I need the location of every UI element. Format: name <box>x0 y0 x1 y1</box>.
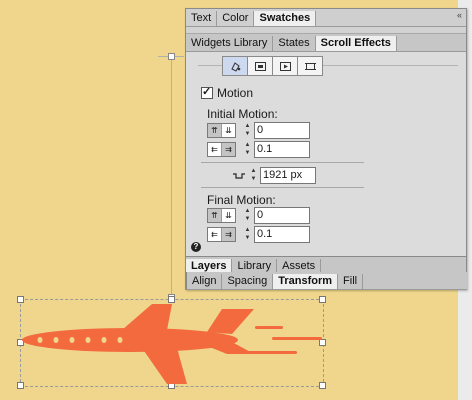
stepper-arrows-icon[interactable]: ▲ ▼ <box>243 142 252 157</box>
horizontal-direction-toggle: ⇇ ⇉ <box>207 142 236 157</box>
video-effect-icon[interactable] <box>272 56 298 76</box>
effect-type-toolbar <box>222 56 323 76</box>
key-position-row: ▲ ▼ 1921 px <box>232 167 316 184</box>
resize-handle[interactable] <box>319 296 326 303</box>
transform-panel-tabs: Align Spacing Transform Fill <box>186 272 467 290</box>
final-motion-label: Final Motion: <box>207 193 276 207</box>
key-position-icon <box>233 172 245 179</box>
tab-states[interactable]: States <box>273 36 316 51</box>
motion-label: Motion <box>217 86 254 100</box>
vertical-direction-toggle: ⇈ ⇊ <box>207 208 236 223</box>
key-position-input[interactable]: 1921 px <box>260 167 316 184</box>
panel-second-tabs: Widgets Library States Scroll Effects <box>186 34 466 52</box>
motion-option[interactable]: Motion <box>201 85 254 100</box>
tab-swatches[interactable]: Swatches <box>254 11 317 26</box>
final-vertical-row: ⇈ ⇊ ▲ ▼ 0 <box>207 207 310 224</box>
tab-color[interactable]: Color <box>217 11 255 26</box>
tab-align[interactable]: Align <box>187 274 223 289</box>
scroll-effects-panel: Text Color Swatches « Widgets Library St… <box>185 8 467 290</box>
down-arrow-icon[interactable]: ⇊ <box>222 124 235 137</box>
stepper-arrows-icon[interactable]: ▲ ▼ <box>243 208 252 223</box>
guide-vertical <box>171 56 172 300</box>
up-arrow-icon[interactable]: ⇈ <box>208 209 222 222</box>
help-icon[interactable]: ? <box>191 242 201 252</box>
divider <box>201 162 364 163</box>
initial-horizontal-speed-input[interactable]: 0.1 <box>254 141 310 158</box>
initial-horizontal-row: ⇇ ⇉ ▲ ▼ 0.1 <box>207 141 310 158</box>
resize-handle[interactable] <box>168 296 175 303</box>
right-arrow-icon[interactable]: ⇉ <box>222 228 235 241</box>
guide-handle[interactable] <box>168 53 175 60</box>
divider <box>201 187 364 188</box>
motion-checkbox[interactable] <box>201 85 213 99</box>
fill-effect-icon[interactable] <box>222 56 248 76</box>
panel-top-tabs: Text Color Swatches « <box>186 9 466 27</box>
initial-vertical-speed-input[interactable]: 0 <box>254 122 310 139</box>
tab-text[interactable]: Text <box>186 11 218 26</box>
tab-fill[interactable]: Fill <box>338 274 364 289</box>
stepper-arrows-icon[interactable]: ▲ ▼ <box>243 123 252 138</box>
collapse-panel-icon[interactable]: « <box>457 10 462 20</box>
horizontal-direction-toggle: ⇇ ⇉ <box>207 227 236 242</box>
final-horizontal-speed-input[interactable]: 0.1 <box>254 226 310 243</box>
resize-handle[interactable] <box>17 296 24 303</box>
tab-spacing[interactable]: Spacing <box>222 274 274 289</box>
stepper-arrows-icon[interactable]: ▲ ▼ <box>249 168 258 183</box>
left-arrow-icon[interactable]: ⇇ <box>208 228 222 241</box>
tab-scroll-effects[interactable]: Scroll Effects <box>315 36 397 51</box>
initial-motion-label: Initial Motion: <box>207 107 278 121</box>
slideshow-effect-icon[interactable] <box>247 56 273 76</box>
tab-widgets-library[interactable]: Widgets Library <box>186 36 274 51</box>
tab-transform[interactable]: Transform <box>273 274 339 289</box>
down-arrow-icon[interactable]: ⇊ <box>222 209 235 222</box>
vertical-direction-toggle: ⇈ ⇊ <box>207 123 236 138</box>
final-vertical-speed-input[interactable]: 0 <box>254 207 310 224</box>
left-arrow-icon[interactable]: ⇇ <box>208 143 222 156</box>
up-arrow-icon[interactable]: ⇈ <box>208 124 222 137</box>
final-horizontal-row: ⇇ ⇉ ▲ ▼ 0.1 <box>207 226 310 243</box>
crop-effect-icon[interactable] <box>297 56 323 76</box>
airplane-illustration[interactable] <box>22 304 322 384</box>
initial-vertical-row: ⇈ ⇊ ▲ ▼ 0 <box>207 122 310 139</box>
right-arrow-icon[interactable]: ⇉ <box>222 143 235 156</box>
panel-grip[interactable] <box>186 27 466 34</box>
stepper-arrows-icon[interactable]: ▲ ▼ <box>243 227 252 242</box>
